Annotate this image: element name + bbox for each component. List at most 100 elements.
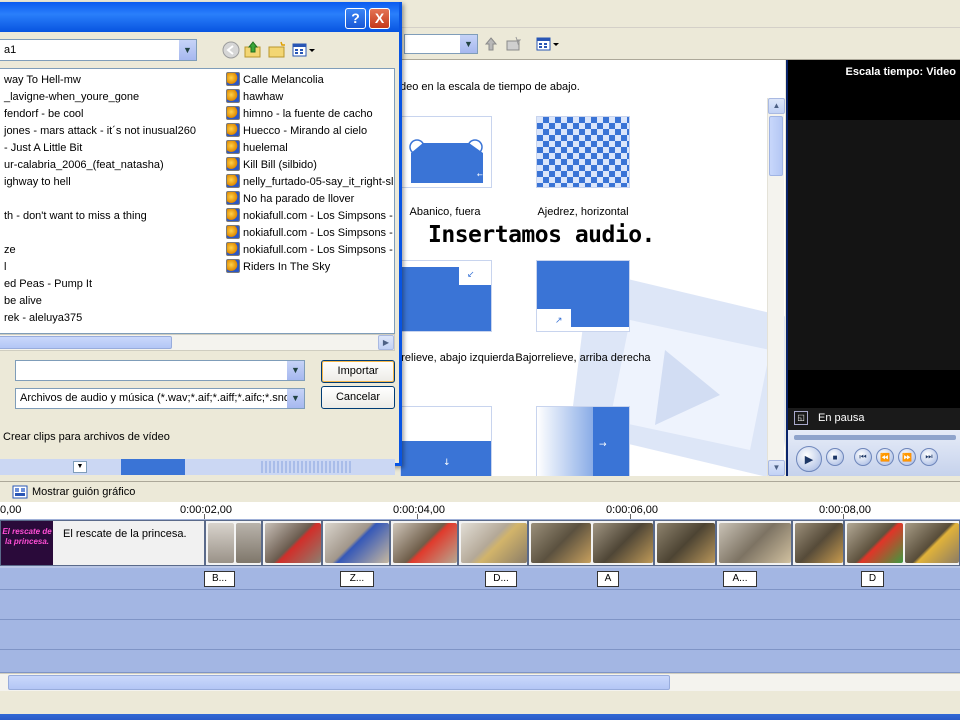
transition-item-partial[interactable]: → [536, 406, 630, 476]
file-item[interactable]: hawhaw [226, 89, 283, 106]
video-clip[interactable] [654, 520, 716, 566]
video-clip[interactable] [205, 520, 262, 566]
collections-dropdown[interactable]: ▼ [404, 34, 478, 54]
video-track[interactable]: El rescate de la princesa. El rescate de… [0, 520, 960, 568]
transition-marker[interactable]: D [861, 571, 884, 587]
timeline-ruler[interactable]: 0,00 0:00:02,00 0:00:04,00 0:00:06,00 0:… [0, 502, 960, 520]
new-folder-icon[interactable] [267, 40, 287, 60]
transition-marker[interactable]: A [597, 571, 619, 587]
file-item[interactable]: Kill Bill (silbido) [226, 157, 317, 174]
scrollbar-thumb[interactable] [8, 675, 670, 690]
file-item[interactable]: rek - aleluya375 [4, 310, 82, 327]
file-item[interactable]: ze [4, 242, 16, 259]
title-overlay-track[interactable] [0, 650, 960, 673]
file-item[interactable]: ur-calabria_2006_(feat_natasha) [4, 157, 164, 174]
file-item[interactable]: Huecco - Mirando al cielo [226, 123, 367, 140]
video-clip[interactable] [716, 520, 792, 566]
file-item[interactable]: ighway to hell [4, 174, 71, 191]
video-clip[interactable] [458, 520, 528, 566]
music-track[interactable] [0, 620, 960, 650]
transition-item-partial[interactable]: ↓ [400, 406, 492, 476]
ruler-label: 0:00:02,00 [180, 504, 232, 516]
file-list[interactable]: way To Hell-mw _lavigne-when_youre_gone … [0, 68, 395, 334]
file-item[interactable]: nokiafull.com - Los Simpsons - B [226, 225, 394, 242]
fast-forward-icon[interactable]: ⏩ [898, 448, 916, 466]
video-clip[interactable] [528, 520, 654, 566]
clip-frame [905, 523, 959, 563]
up-folder-icon[interactable] [480, 34, 502, 54]
video-clip[interactable] [390, 520, 458, 566]
media-file-icon [226, 89, 240, 103]
video-clip[interactable] [844, 520, 960, 566]
title-clip[interactable]: El rescate de la princesa. El rescate de… [0, 520, 205, 566]
chevron-down-icon[interactable]: ▼ [287, 361, 304, 380]
look-in-dropdown[interactable]: a1 ▼ [0, 39, 197, 61]
play-icon[interactable]: ▶ [796, 446, 822, 472]
file-item[interactable]: Calle Melancolia [226, 72, 324, 89]
file-item[interactable]: way To Hell-mw [4, 72, 81, 89]
next-frame-icon[interactable]: ⏭ [920, 448, 938, 466]
scroll-right-icon[interactable]: ▶ [378, 335, 394, 350]
previous-frame-icon[interactable]: ⏮ [854, 448, 872, 466]
chevron-down-icon[interactable]: ▼ [287, 389, 304, 408]
monitor-screen [788, 120, 960, 370]
file-item[interactable]: th - don't want to miss a thing [4, 208, 147, 225]
dialog-titlebar[interactable]: ? X [0, 2, 399, 32]
transition-marker[interactable]: Z... [340, 571, 374, 587]
timeline-horizontal-scrollbar[interactable] [0, 673, 960, 691]
seek-bar[interactable] [794, 435, 956, 440]
file-item[interactable]: nokiafull.com - Los Simpsons - T [226, 242, 394, 259]
scrollbar-thumb[interactable] [769, 116, 783, 176]
file-type-dropdown[interactable]: Archivos de audio y música (*.wav;*.aif;… [15, 388, 305, 409]
transition-marker[interactable]: D... [485, 571, 517, 587]
stop-icon[interactable]: ■ [826, 448, 844, 466]
file-item[interactable]: huelemal [226, 140, 288, 157]
views-icon[interactable] [534, 34, 562, 54]
file-item[interactable]: nelly_furtado-05-say_it_right-sl [226, 174, 393, 191]
file-item[interactable]: jones - mars attack - it´s not inusual26… [4, 123, 196, 140]
file-item[interactable]: nokiafull.com - Los Simpsons - A [226, 208, 394, 225]
chevron-down-icon[interactable]: ▼ [73, 461, 87, 473]
audio-track[interactable] [0, 590, 960, 620]
transition-ajedrez-horizontal[interactable] [536, 116, 630, 188]
transition-bajorrelieve-abajo-izquierda[interactable]: ↙ [400, 260, 492, 332]
transition-abanico-fuera[interactable]: ← [400, 116, 492, 188]
file-item[interactable]: ed Peas - Pump It [4, 276, 92, 293]
file-list-scrollbar[interactable]: ▶ [0, 334, 395, 351]
file-item[interactable]: l [4, 259, 6, 276]
close-button[interactable]: X [369, 8, 390, 29]
file-item[interactable]: himno - la fuente de cacho [226, 106, 373, 123]
show-storyboard-button[interactable]: Mostrar guión gráfico [12, 485, 135, 499]
filename-field[interactable]: ▼ [15, 360, 305, 381]
video-clip[interactable] [322, 520, 390, 566]
create-clips-checkbox[interactable]: Crear clips para archivos de vídeo [3, 431, 170, 443]
scroll-down-icon[interactable]: ▼ [768, 460, 785, 476]
transition-track[interactable]: B... Z... D... A A... D [0, 568, 960, 590]
scrollbar-thumb[interactable] [0, 336, 172, 349]
chevron-down-icon[interactable]: ▼ [179, 40, 196, 60]
views-icon[interactable] [291, 40, 317, 60]
video-clip[interactable] [792, 520, 844, 566]
new-collection-icon[interactable] [502, 34, 524, 54]
dialog-bottom-bar: ▼ [0, 459, 395, 475]
cancel-button[interactable]: Cancelar [321, 386, 395, 409]
file-item[interactable]: be alive [4, 293, 42, 310]
rewind-icon[interactable]: ⏪ [876, 448, 894, 466]
file-item[interactable]: No ha parado de llover [226, 191, 354, 208]
split-clip-icon[interactable]: ◱ [794, 411, 808, 425]
file-item[interactable]: Riders In The Sky [226, 259, 330, 276]
collection-scrollbar[interactable]: ▲ ▼ [767, 98, 785, 476]
up-folder-icon[interactable] [243, 40, 263, 60]
back-icon[interactable] [221, 40, 241, 60]
file-item[interactable]: _lavigne-when_youre_gone [4, 89, 139, 106]
file-item[interactable]: fendorf - be cool [4, 106, 84, 123]
chevron-down-icon[interactable]: ▼ [460, 35, 477, 53]
transition-bajorrelieve-arriba-derecha[interactable]: ↗ [536, 260, 630, 332]
file-item[interactable]: - Just A Little Bit [4, 140, 82, 157]
import-button[interactable]: Importar [321, 360, 395, 383]
scroll-up-icon[interactable]: ▲ [768, 98, 785, 114]
transition-marker[interactable]: B... [204, 571, 235, 587]
transition-marker[interactable]: A... [723, 571, 757, 587]
help-button[interactable]: ? [345, 8, 366, 29]
video-clip[interactable] [262, 520, 322, 566]
